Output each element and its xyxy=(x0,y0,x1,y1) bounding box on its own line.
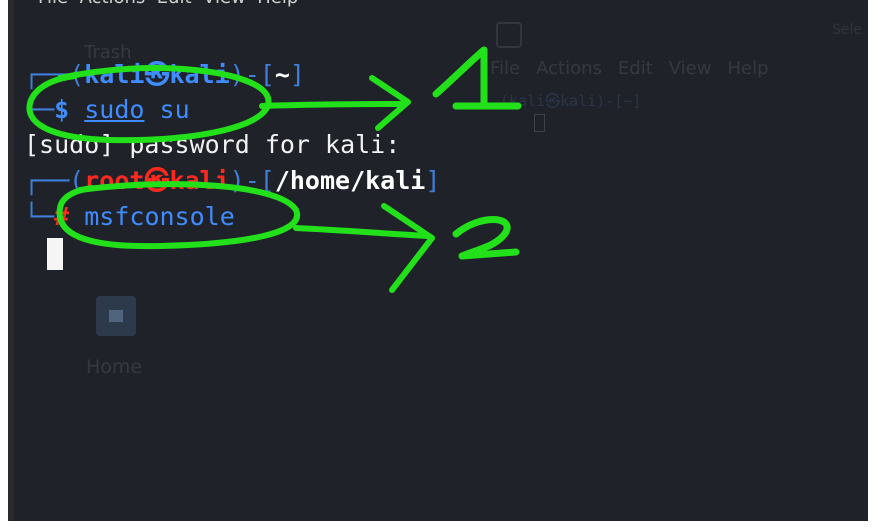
annotation-circle-1 xyxy=(26,65,272,144)
annotation-arrow-line-2 xyxy=(293,225,431,239)
annotation-number-1-shape xyxy=(432,46,522,110)
annotation-number-2-shape xyxy=(452,216,520,260)
annotation-label-2: 2 xyxy=(0,0,10,4)
annotation-arrowhead-2 xyxy=(381,203,435,293)
annotation-circle-2 xyxy=(56,181,301,250)
annotation-label-1: 1 xyxy=(0,0,10,4)
annotation-overlay: 1 2 xyxy=(0,0,522,293)
annotation-arrow-line-1 xyxy=(259,101,408,109)
